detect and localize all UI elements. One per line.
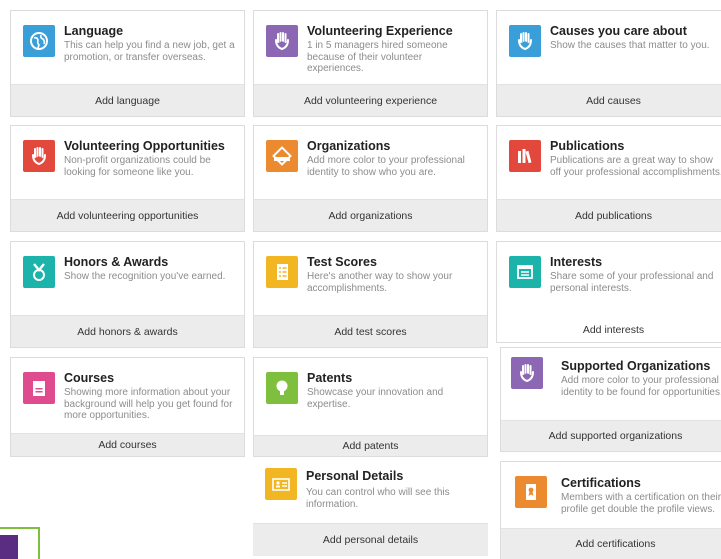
heart-hand-icon	[509, 25, 541, 57]
card-honors-awards: Honors & Awards Show the recognition you…	[10, 241, 245, 348]
card-volunteering-experience: Volunteering Experience 1 in 5 managers …	[253, 10, 488, 117]
add-volunteering-opportunities-button[interactable]: Add volunteering opportunities	[11, 199, 244, 231]
books-icon	[509, 140, 541, 172]
heart-hand-icon	[266, 25, 298, 57]
heart-hand-icon	[23, 140, 55, 172]
card-organizations: Organizations Add more color to your pro…	[253, 125, 488, 232]
add-honors-awards-button[interactable]: Add honors & awards	[11, 315, 244, 347]
card-causes: Causes you care about Show the causes th…	[496, 10, 721, 117]
card-description: Non-profit organizations could be lookin…	[64, 155, 211, 178]
card-personal-details: Personal Details You can control who wil…	[253, 460, 488, 559]
card-title: Supported Organizations	[561, 359, 711, 373]
card-description: Members with a certification on their pr…	[561, 492, 721, 515]
card-patents: Patents Showcase your innovation and exp…	[253, 357, 488, 457]
card-description: This can help you find a new job, get a …	[64, 40, 235, 63]
card-title: Language	[64, 24, 124, 38]
card-title: Volunteering Experience	[307, 24, 453, 38]
card-description: Here's another way to show your accompli…	[307, 271, 453, 294]
card-supported-organizations: Supported Organizations Add more color t…	[500, 347, 721, 452]
card-description: Showcase your innovation and expertise.	[307, 387, 444, 410]
add-volunteering-experience-button[interactable]: Add volunteering experience	[254, 84, 487, 116]
card-title: Organizations	[307, 139, 391, 153]
heart-hand-icon	[511, 357, 543, 389]
id-card-icon	[265, 468, 297, 500]
document-icon	[23, 372, 55, 404]
card-title: Personal Details	[306, 469, 404, 483]
lightbulb-icon	[266, 372, 298, 404]
add-interests-button[interactable]: Add interests	[497, 318, 721, 342]
medal-icon	[23, 256, 55, 288]
card-description: Add more color to your professional iden…	[307, 155, 465, 178]
window-icon	[509, 256, 541, 288]
card-description: Share some of your professional and pers…	[550, 271, 714, 294]
card-description: Show the causes that matter to you.	[550, 40, 710, 51]
certificate-icon	[515, 476, 547, 508]
card-title: Test Scores	[307, 255, 377, 269]
card-description: Show the recognition you've earned.	[64, 271, 226, 282]
card-description: Showing more information about your back…	[64, 387, 233, 422]
add-courses-button[interactable]: Add courses	[11, 433, 244, 456]
card-title: Causes you care about	[550, 24, 687, 38]
card-description: You can control who will see this inform…	[306, 487, 450, 510]
card-title: Honors & Awards	[64, 255, 169, 269]
checklist-icon	[266, 256, 298, 288]
partial-frame	[0, 527, 40, 559]
partial-purple-block	[0, 535, 18, 559]
add-publications-button[interactable]: Add publications	[497, 199, 721, 231]
card-description: 1 in 5 managers hired someone because of…	[307, 40, 448, 75]
badge-icon	[266, 140, 298, 172]
add-patents-button[interactable]: Add patents	[254, 435, 487, 456]
card-description: Add more color to your professional iden…	[561, 375, 721, 398]
card-title: Interests	[550, 255, 603, 269]
card-interests: Interests Share some of your professiona…	[496, 241, 721, 343]
card-volunteering-opportunities: Volunteering Opportunities Non-profit or…	[10, 125, 245, 232]
add-organizations-button[interactable]: Add organizations	[254, 199, 487, 231]
card-courses: Courses Showing more information about y…	[10, 357, 245, 457]
globe-icon	[23, 25, 55, 57]
add-causes-button[interactable]: Add causes	[497, 84, 721, 116]
card-title: Publications	[550, 139, 625, 153]
card-title: Courses	[64, 371, 115, 385]
card-publications: Publications Publications are a great wa…	[496, 125, 721, 232]
add-certifications-button[interactable]: Add certifications	[501, 528, 721, 559]
card-title: Volunteering Opportunities	[64, 139, 225, 153]
add-test-scores-button[interactable]: Add test scores	[254, 315, 487, 347]
card-language: Language This can help you find a new jo…	[10, 10, 245, 117]
card-title: Patents	[307, 371, 353, 385]
card-certifications: Certifications Members with a certificat…	[500, 461, 721, 559]
card-title: Certifications	[561, 476, 641, 490]
add-supported-organizations-button[interactable]: Add supported organizations	[501, 420, 721, 451]
card-test-scores: Test Scores Here's another way to show y…	[253, 241, 488, 348]
add-personal-details-button[interactable]: Add personal details	[253, 523, 488, 556]
card-description: Publications are a great way to show off…	[550, 155, 721, 178]
add-language-button[interactable]: Add language	[11, 84, 244, 116]
